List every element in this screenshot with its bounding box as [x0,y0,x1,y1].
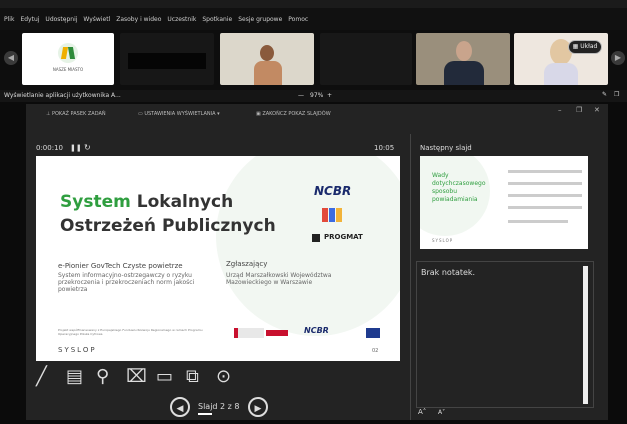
slide-title-line2: Ostrzeżeń Publicznych [60,216,276,236]
minimize-icon[interactable]: – [558,106,562,114]
notes-text: Brak notatek. [421,268,476,277]
slide-bg-circle [216,156,400,336]
layout-button[interactable]: ▦ Układ [568,40,602,54]
presenter-view: ⊥ POKAŻ PASEK ZADAŃ ▭ USTAWIENIA WYŚWIET… [26,104,608,420]
menu-item-edytuj[interactable]: Edytuj [20,16,39,23]
end-icon: ▣ [256,111,261,117]
slide-title-line1: System Lokalnych [60,192,233,212]
elapsed-timer: 0:00:10 [36,144,63,152]
video-gallery: ◀ NASZE MIASTO ▦ Układ ▶ [0,30,627,90]
next-slide-title: Wady dotychczasowego sposobu powiadamian… [432,172,486,203]
applicant-label: Zgłaszający [226,260,268,268]
more-options-icon[interactable]: ⊙ [216,366,231,387]
brand-logo: SYSLOP [58,346,97,354]
logo-icon [58,43,78,63]
annotate-icon[interactable]: ✎ [602,91,607,98]
display-settings-button[interactable]: ▭ USTAWIENIA WYŚWIETLANIA ▾ [138,111,220,117]
product-description: System informacyjno-ostrzegawczy o ryzyk… [58,272,195,293]
thumb-line [508,220,568,223]
product-title: e-Pionier GovTech Czyste powietrze [58,262,183,270]
chevron-left-icon: ◀ [176,404,184,414]
gallery-prev-button[interactable]: ◀ [4,51,18,65]
increase-font-icon[interactable]: A˄ [418,408,426,416]
participant-tile-woman[interactable] [220,33,314,85]
window-title-bar [0,0,627,8]
menu-item-udostepnij[interactable]: Udostępnij [45,16,77,23]
prev-slide-button[interactable]: ◀ [170,397,190,417]
subtitles-icon[interactable]: ▭ [156,366,173,387]
clock: 10:05 [374,144,395,152]
slide-title-rest: Lokalnych [136,192,234,212]
ncbr-logo-small: NCBR [304,326,329,335]
notes-scrollbar[interactable] [583,266,588,404]
zoom-level: 97% [310,92,324,99]
thumb-line [508,206,582,209]
pen-icon[interactable]: ╱ [36,366,47,387]
logo-text: NASZE MIASTO [52,67,84,72]
next-slide-button[interactable]: ▶ [248,397,268,417]
eu-flag-icon [366,328,380,338]
restore-icon[interactable]: ❐ [576,106,582,114]
menu-item-zasoby[interactable]: Zasoby i wideo [116,16,161,23]
display-settings-label: USTAWIENIA WYŚWIETLANIA ▾ [144,111,220,117]
grid-icon: ▦ [572,43,579,50]
menu-item-plik[interactable]: Plik [4,16,14,23]
zoom-out-button[interactable]: — [298,92,304,99]
end-slideshow-button[interactable]: ▣ ZAKOŃCZ POKAZ SLAJDÓW [256,111,331,117]
slide-title-green: System [60,192,131,212]
menu-item-uczestnik[interactable]: Uczestnik [167,16,196,23]
next-slide-brand: SYSLOP [432,238,454,243]
menu-item-pomoc[interactable]: Pomoc [288,16,308,23]
partner-logo-2 [266,330,288,336]
participant-tile-logo[interactable]: NASZE MIASTO [22,33,114,85]
menu-item-spotkanie[interactable]: Spotkanie [202,16,232,23]
progmat-icon [312,234,320,242]
ncbr-logo: NCBR [314,184,352,198]
show-taskbar-button[interactable]: ⊥ POKAŻ PASEK ZADAŃ [46,111,106,117]
participant-tile-woman-2[interactable]: ▦ Układ [514,33,608,85]
camera-toggle-icon[interactable]: ⌧ [126,366,147,387]
chevron-right-icon: ▶ [254,404,262,414]
menu-bar: Plik Edytuj Udostępnij Wyświetl Zasoby i… [0,8,627,30]
slide-page-number: 02 [372,348,379,354]
reset-timer-icon[interactable]: ↻ [84,143,91,152]
slides-grid-icon[interactable]: ▤ [66,366,83,387]
thumb-line [508,182,582,185]
participant-tile-empty[interactable] [120,33,214,85]
share-bar: Wyświetlanie aplikacji użytkownika A... … [0,90,627,102]
show-taskbar-label: POKAŻ PASEK ZADAŃ [51,111,106,117]
slide-counter: Slajd 2 z 8 [198,402,240,411]
thumb-line [508,170,582,173]
progmat-logo: PROGMAT [324,233,363,241]
end-slideshow-label: ZAKOŃCZ POKAZ SLAJDÓW [262,111,331,117]
applicant-name: Urząd Marszałkowski Województwa Mazowiec… [226,272,332,286]
pause-icon[interactable]: ❚❚ [70,144,82,152]
layout-label: Układ [580,43,598,50]
participant-tile-man[interactable] [416,33,510,85]
close-icon[interactable]: ✕ [594,106,600,114]
fullscreen-icon[interactable]: ❐ [614,91,619,98]
display-icon: ▭ [138,111,143,117]
taskbar-icon: ⊥ [46,111,51,117]
video-camera-icon[interactable]: ⧉ [186,366,199,387]
zoom-icon[interactable]: ⚲ [96,366,109,387]
partner-logo-1 [234,328,264,338]
next-slide-thumbnail[interactable]: Wady dotychczasowego sposobu powiadamian… [420,156,588,249]
menu-item-sesje[interactable]: Sesje grupowe [238,16,282,23]
eu-badge-icon [322,208,344,222]
thumb-line [508,194,582,197]
zoom-in-button[interactable]: + [327,92,332,99]
participant-tile-dark[interactable] [320,33,412,85]
notes-pane[interactable]: Brak notatek. [416,261,594,408]
gallery-next-button[interactable]: ▶ [611,51,625,65]
slide-counter-underline [198,413,212,415]
decrease-font-icon[interactable]: A˅ [438,409,445,416]
next-slide-label: Następny slajd [420,144,472,152]
footer-note: Projekt współfinansowany z Europejskiego… [58,328,203,336]
menu-item-wyswietl[interactable]: Wyświetl [83,16,110,23]
share-title: Wyświetlanie aplikacji użytkownika A... [4,92,121,99]
pane-divider[interactable] [410,134,411,420]
current-slide: System Lokalnych Ostrzeżeń Publicznych N… [36,156,400,361]
